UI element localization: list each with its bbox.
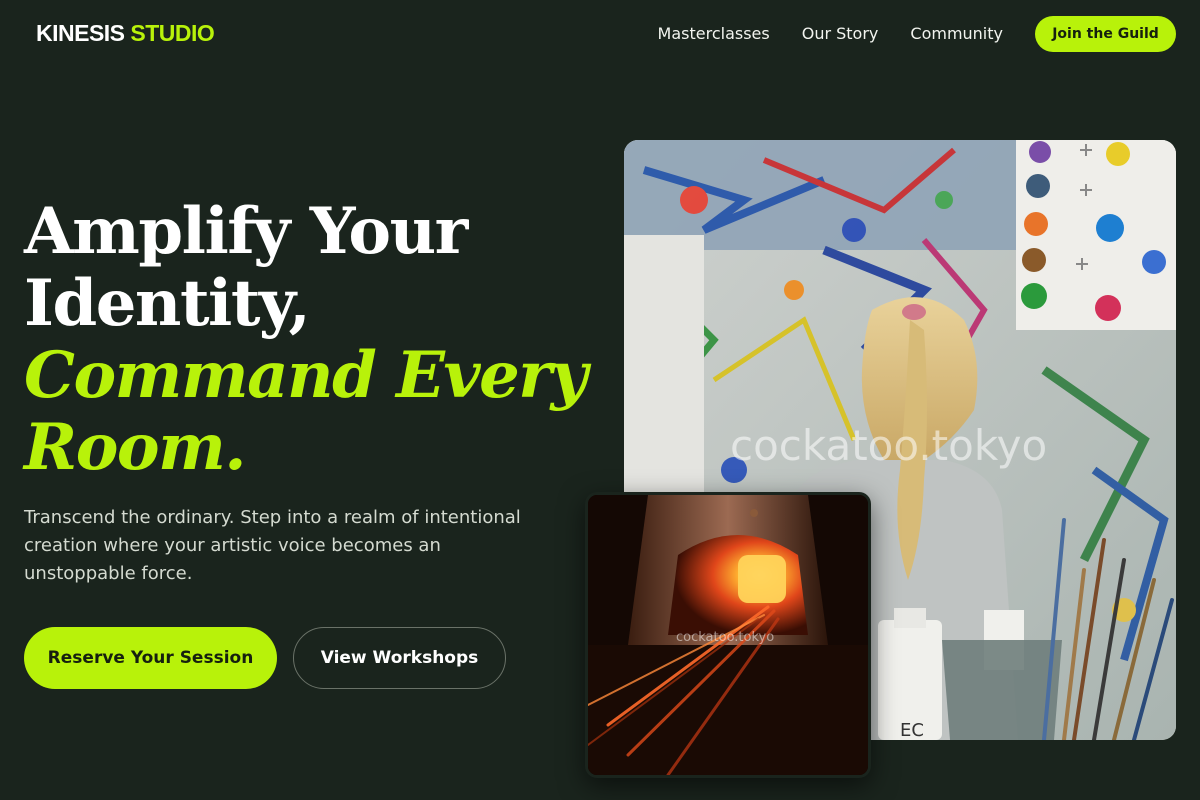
nav-link-our-story[interactable]: Our Story (802, 24, 879, 43)
main-image-watermark: cockatoo.tokyo (730, 421, 1047, 470)
hero-title-line-1: Amplify Your (24, 194, 468, 269)
hero-title: Amplify Your Identity, Command Every Roo… (24, 196, 594, 484)
view-workshops-button[interactable]: View Workshops (293, 627, 506, 689)
hero-title-line-4: Room. (24, 410, 247, 485)
inset-photo-glass-furnace: cockatoo.tokyo (585, 492, 871, 778)
inset-image-watermark: cockatoo.tokyo (676, 630, 774, 645)
logo-primary: KINESIS (36, 20, 125, 46)
nav-link-masterclasses[interactable]: Masterclasses (658, 24, 770, 43)
glass-furnace-illustration: cockatoo.tokyo (588, 495, 868, 775)
hero-title-line-2: Identity, (24, 266, 311, 341)
reserve-session-button[interactable]: Reserve Your Session (24, 627, 277, 689)
site-header: KINESIS STUDIO Masterclasses Our Story C… (0, 0, 1200, 68)
logo[interactable]: KINESIS STUDIO (36, 20, 215, 47)
hero-subtitle: Transcend the ordinary. Step into a real… (24, 507, 521, 584)
join-guild-button[interactable]: Join the Guild (1035, 16, 1176, 52)
jar-label: EC (900, 720, 924, 740)
nav-link-community[interactable]: Community (910, 24, 1003, 43)
hero-title-line-3: Command Every (24, 338, 588, 413)
main-nav: Masterclasses Our Story Community (658, 24, 1003, 43)
logo-accent: STUDIO (130, 20, 215, 46)
